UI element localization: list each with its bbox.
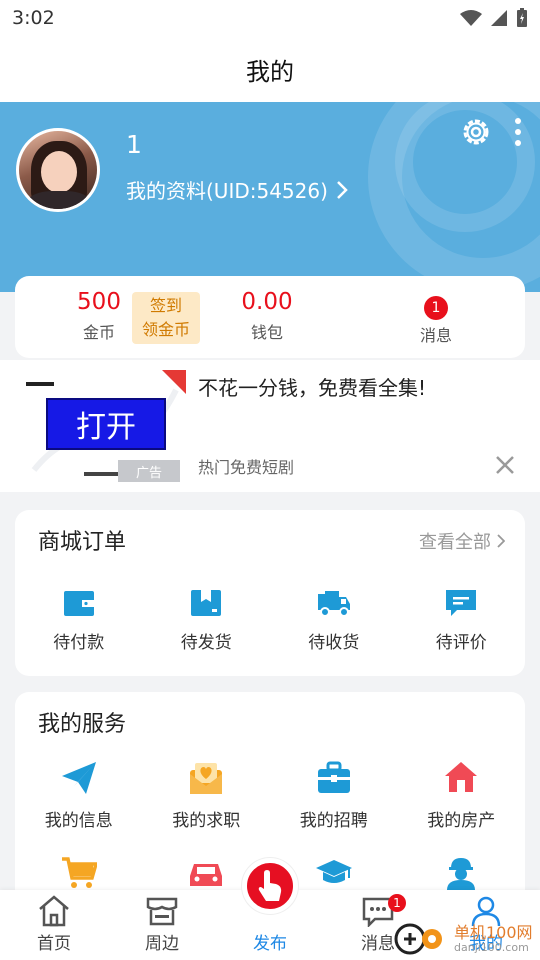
watermark-text: 单机100网 <box>454 923 533 943</box>
coins-value: 500 <box>77 289 121 315</box>
truck-icon <box>317 591 350 617</box>
service-real-estate[interactable]: 我的房产 <box>398 760 526 831</box>
briefcase-icon <box>317 761 350 793</box>
tap-hand-icon <box>258 870 282 901</box>
ad-open-button[interactable]: 打开 <box>46 398 166 450</box>
watermark: 单机100网 danji100.com <box>394 918 540 960</box>
service-label: 我的招聘 <box>299 811 368 831</box>
status-icons <box>460 8 528 28</box>
wallet-label: 钱包 <box>250 323 283 343</box>
more-vertical-icon[interactable] <box>514 117 522 147</box>
orders-title: 商城订单 <box>38 530 127 555</box>
tab-messages-badge: 1 <box>388 894 406 912</box>
ad-thumbnail[interactable]: 打开 广告 <box>26 370 186 482</box>
hero-actions <box>460 116 522 148</box>
cart-icon <box>61 857 97 888</box>
ad-tag: 广告 <box>118 460 180 482</box>
tab-nearby-label: 周边 <box>145 934 179 954</box>
status-time: 3:02 <box>12 7 55 29</box>
page-title: 我的 <box>246 57 294 86</box>
comment-icon <box>446 590 477 616</box>
tab-messages-label: 消息 <box>361 934 395 954</box>
order-item-label: 待付款 <box>53 633 105 653</box>
tab-publish-label: 发布 <box>253 934 287 954</box>
wallet-icon <box>63 591 94 616</box>
coins-stat[interactable]: 500 金币 <box>75 289 123 343</box>
paper-plane-icon <box>61 762 96 794</box>
ad-title: 不花一分钱，免费看全集! <box>198 376 427 400</box>
service-label: 我的房产 <box>427 811 496 831</box>
status-bar: 3:02 <box>0 0 540 36</box>
graduation-cap-icon <box>315 860 352 883</box>
ad-subtitle: 热门免费短剧 <box>198 458 295 477</box>
messages-stat[interactable]: 1 消息 <box>411 296 461 346</box>
order-pending-receipt[interactable]: 待收货 <box>270 588 398 653</box>
avatar-shirt <box>27 191 91 209</box>
profile-link-label: 我的资料(UID:54526) <box>126 179 328 203</box>
orders-card: 商城订单 查看全部 待付款 待发货 待收货 待评价 <box>15 510 525 676</box>
view-all-link[interactable]: 查看全部 <box>419 528 505 554</box>
signin-line2: 领金币 <box>141 320 190 339</box>
wifi-icon <box>460 10 482 26</box>
services-row-1: 我的信息 我的求职 我的招聘 我的房产 <box>15 760 525 831</box>
service-recruiting[interactable]: 我的招聘 <box>270 760 398 831</box>
username: 1 <box>126 130 142 159</box>
profile-link[interactable]: 我的资料(UID:54526) <box>126 175 348 204</box>
publish-button[interactable] <box>242 858 298 914</box>
messages-label: 消息 <box>419 326 452 345</box>
store-icon <box>146 897 178 926</box>
service-my-info[interactable]: 我的信息 <box>15 760 143 831</box>
signal-icon <box>491 10 507 26</box>
avatar-face <box>41 151 77 193</box>
signin-line1: 签到 <box>149 296 182 315</box>
heart-envelope-icon <box>190 763 223 794</box>
stats-card: 500 金币 签到 领金币 0.00 钱包 1 消息 <box>15 276 525 358</box>
watermark-sub: danji100.com <box>454 940 529 954</box>
wallet-stat[interactable]: 0.00 钱包 <box>237 289 297 343</box>
services-title: 我的服务 <box>38 712 127 737</box>
order-item-label: 待评价 <box>435 633 487 653</box>
house-icon <box>445 762 478 792</box>
home-icon <box>39 895 69 927</box>
service-label: 我的求职 <box>172 811 241 831</box>
profile-page: 3:02 我的 1 我的资料(UID:54526) 500 金币 签到 领金币 … <box>0 0 540 960</box>
tab-home-label: 首页 <box>37 934 71 954</box>
messages-count-badge: 1 <box>424 296 448 320</box>
close-icon[interactable] <box>495 455 515 475</box>
service-job-search[interactable]: 我的求职 <box>143 760 271 831</box>
worker-icon <box>447 858 476 890</box>
wallet-value: 0.00 <box>241 289 293 315</box>
service-label: 我的信息 <box>44 811 113 831</box>
car-icon <box>190 864 223 886</box>
tab-nearby[interactable]: 周边 <box>108 890 216 960</box>
box-icon <box>191 590 222 616</box>
watermark-text-block: 单机100网 danji100.com <box>454 924 533 954</box>
title-bar: 我的 <box>0 36 540 102</box>
battery-icon <box>517 8 527 27</box>
signin-button[interactable]: 签到 领金币 <box>132 292 200 344</box>
order-item-label: 待收货 <box>308 633 360 653</box>
order-pending-review[interactable]: 待评价 <box>398 588 526 653</box>
settings-icon[interactable] <box>460 116 492 148</box>
watermark-logo <box>394 923 442 955</box>
coins-label: 金币 <box>82 323 115 343</box>
order-pending-payment[interactable]: 待付款 <box>15 588 143 653</box>
chevron-right-icon <box>337 180 348 199</box>
order-item-label: 待发货 <box>180 633 232 653</box>
view-all-label: 查看全部 <box>419 532 491 553</box>
order-pending-shipment[interactable]: 待发货 <box>143 588 271 653</box>
order-status-row: 待付款 待发货 待收货 待评价 <box>15 588 525 653</box>
ad-banner[interactable]: 打开 广告 不花一分钱，免费看全集! 热门免费短剧 <box>0 360 540 492</box>
chevron-right-icon <box>497 534 505 548</box>
avatar[interactable] <box>16 128 100 212</box>
tab-home[interactable]: 首页 <box>0 890 108 960</box>
